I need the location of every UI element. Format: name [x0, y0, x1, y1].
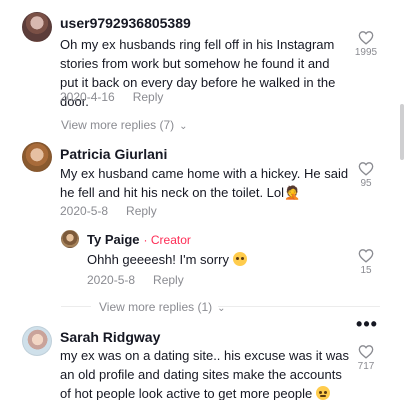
comment-date: 2020-5-8 — [60, 204, 109, 218]
comment-meta: 2020-4-16 Reply — [60, 90, 163, 104]
more-options-button[interactable]: ••• — [356, 315, 378, 333]
comment-text: my ex was on a dating site.. his excuse … — [60, 348, 350, 400]
comment-username[interactable]: user9792936805389 — [60, 15, 191, 32]
divider — [61, 306, 91, 307]
view-more-replies[interactable]: View more replies (7) ⌄ — [61, 118, 188, 132]
grimacing-face-icon — [232, 252, 247, 266]
avatar[interactable] — [22, 326, 52, 356]
view-more-label: View more replies (1) — [99, 300, 213, 314]
flushed-face-icon — [315, 386, 330, 400]
like-count: 1995 — [354, 47, 378, 58]
reply-button[interactable]: Reply — [126, 204, 157, 218]
reply-text-row: Ohhh geeeesh! I'm sorry — [87, 250, 327, 269]
like-count: 717 — [357, 361, 375, 372]
reply-text: Ohhh geeeesh! I'm sorry — [87, 252, 229, 267]
heart-outline-icon — [358, 249, 374, 263]
comment-text: My ex husband came home with a hickey. H… — [60, 166, 349, 200]
like-button[interactable]: 95 — [354, 161, 378, 190]
avatar[interactable] — [61, 230, 79, 248]
like-button[interactable]: 1995 — [354, 30, 378, 59]
avatar[interactable] — [22, 12, 52, 42]
heart-outline-icon — [358, 345, 374, 359]
avatar[interactable] — [22, 142, 52, 172]
scrollbar[interactable] — [400, 104, 404, 160]
view-more-label: View more replies (7) — [61, 118, 175, 132]
reply-meta: 2020-5-8 Reply — [87, 273, 184, 287]
heart-outline-icon — [358, 31, 374, 45]
comment-date: 2020-4-16 — [60, 90, 115, 104]
comment-text-row: my ex was on a dating site.. his excuse … — [60, 346, 350, 400]
like-button[interactable]: 717 — [354, 344, 378, 373]
reply-date: 2020-5-8 — [87, 273, 136, 287]
chevron-down-icon: ⌄ — [179, 121, 188, 132]
reply-button[interactable]: Reply — [133, 90, 164, 104]
like-count: 95 — [360, 178, 372, 189]
divider — [218, 306, 380, 307]
creator-badge: · Creator — [143, 233, 191, 247]
chevron-down-icon: ⌄ — [217, 303, 226, 314]
reply-button[interactable]: Reply — [153, 273, 184, 287]
comment-meta: 2020-5-8 Reply — [60, 204, 157, 218]
reply-username-row: Ty Paige · Creator — [87, 231, 191, 249]
like-button[interactable]: 15 — [354, 248, 378, 277]
comment-username[interactable]: Patricia Giurlani — [60, 146, 167, 163]
view-more-replies[interactable]: View more replies (1) ⌄ — [99, 300, 226, 314]
comment-username[interactable]: Sarah Ridgway — [60, 329, 160, 346]
like-count: 15 — [360, 265, 372, 276]
heart-outline-icon — [358, 162, 374, 176]
reply-username[interactable]: Ty Paige — [87, 232, 140, 247]
